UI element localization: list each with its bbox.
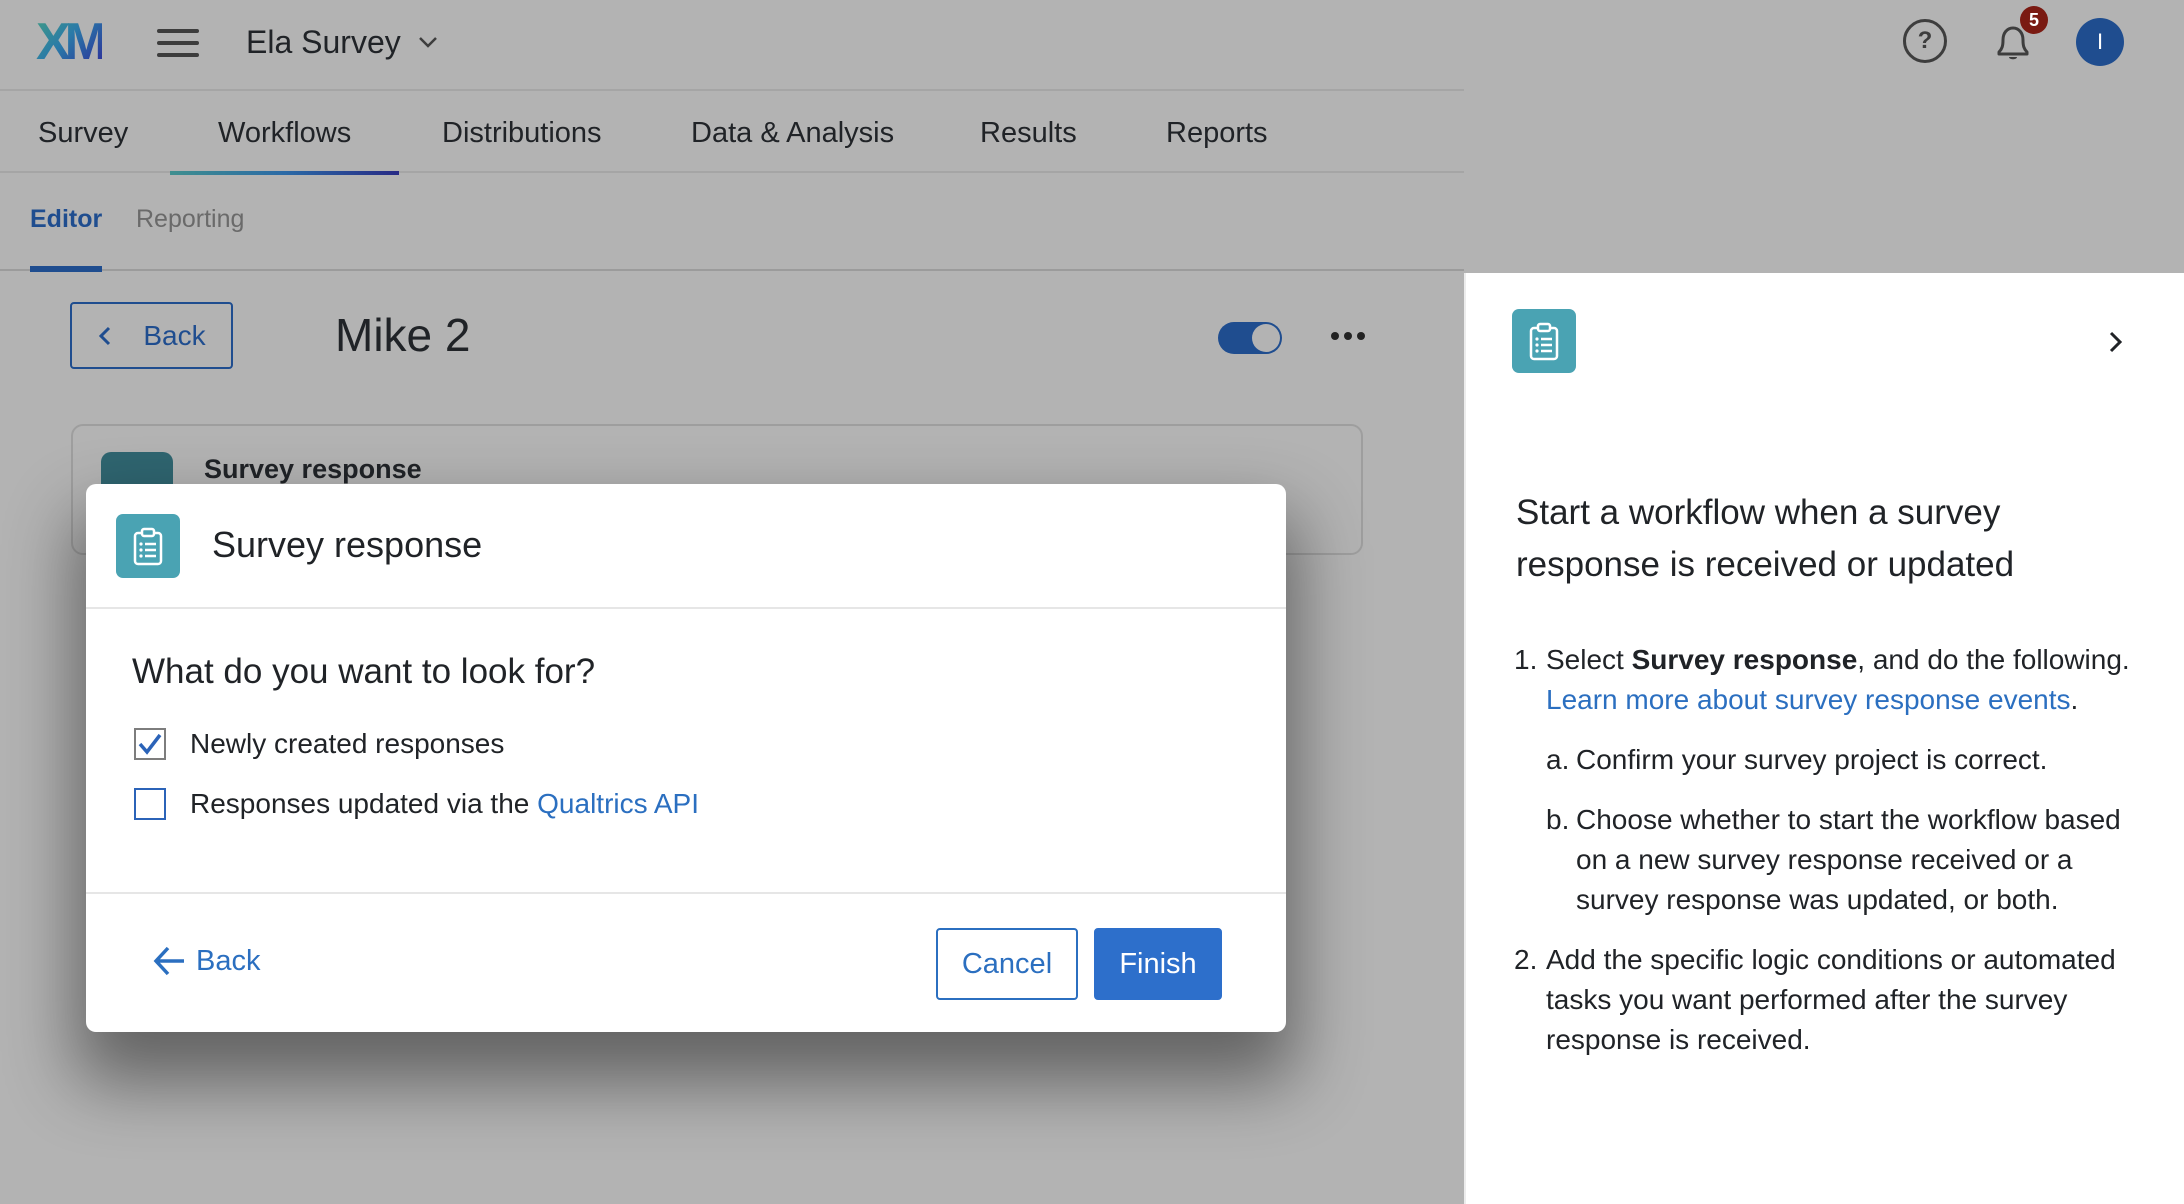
tab-data-analysis[interactable]: Data & Analysis — [691, 93, 894, 173]
tab-survey[interactable]: Survey — [38, 93, 128, 173]
clipboard-icon — [1512, 309, 1576, 373]
dialog-title: Survey response — [212, 524, 483, 565]
help-step: 1. Select Survey response, and do the fo… — [1514, 640, 2154, 920]
dialog-footer: Back Cancel Finish — [86, 892, 1286, 1032]
workflow-enabled-toggle[interactable] — [1218, 322, 1282, 354]
chevron-down-icon — [418, 37, 437, 48]
event-card-title: Survey response — [204, 454, 422, 484]
checkbox-newly-created[interactable] — [134, 728, 166, 760]
subtab-editor[interactable]: Editor — [30, 205, 103, 272]
finish-button[interactable]: Finish — [1094, 928, 1222, 1000]
qualtrics-api-link[interactable]: Qualtrics API — [537, 788, 699, 819]
tab-results[interactable]: Results — [980, 93, 1077, 173]
checkbox-updated-via-api[interactable] — [134, 788, 166, 820]
help-steps: 1. Select Survey response, and do the fo… — [1514, 640, 2154, 1080]
subtab-reporting[interactable]: Reporting — [136, 205, 244, 234]
dialog-question: What do you want to look for? — [132, 652, 596, 691]
xm-logo[interactable]: XM — [36, 16, 108, 68]
project-selector[interactable]: Ela Survey — [246, 20, 439, 64]
cancel-button[interactable]: Cancel — [936, 928, 1078, 1000]
tab-distributions[interactable]: Distributions — [442, 93, 602, 173]
help-title: Start a workflow when a survey response … — [1516, 493, 2015, 584]
arrow-left-icon — [153, 946, 184, 976]
survey-response-dialog: Survey response What do you want to look… — [86, 484, 1286, 1032]
main-tabs: Survey Workflows Distributions Data & An… — [0, 93, 1464, 175]
user-avatar[interactable]: I — [2076, 18, 2124, 66]
checkmark-icon — [138, 733, 162, 755]
workflow-title: Mike 2 — [335, 309, 471, 361]
dialog-back-button[interactable]: Back — [152, 944, 260, 978]
top-header: XM Ela Survey — [0, 0, 1464, 91]
clipboard-icon — [116, 514, 180, 578]
help-step: 2. Add the specific logic conditions or … — [1514, 944, 2116, 1055]
learn-more-link[interactable]: Learn more about survey response events — [1546, 684, 2071, 715]
option-newly-created[interactable]: Newly created responses — [134, 728, 504, 760]
dialog-back-label: Back — [196, 944, 261, 977]
back-button[interactable]: Back — [70, 302, 233, 369]
tab-workflows[interactable]: Workflows — [169, 93, 400, 175]
bold-term: Survey response — [1631, 644, 1858, 675]
notification-badge: 5 — [2020, 6, 2048, 34]
help-panel: Start a workflow when a survey response … — [1464, 273, 2184, 1204]
chevron-right-icon[interactable] — [2106, 329, 2126, 355]
dialog-header: Survey response — [86, 484, 1286, 609]
help-substep: a. Confirm your survey project is correc… — [1546, 744, 2048, 775]
help-icon[interactable]: ? — [1903, 19, 1947, 63]
option-label: Newly created responses — [190, 728, 505, 759]
help-substep: b. Choose whether to start the workflow … — [1546, 804, 2121, 915]
option-label: Responses updated via the Qualtrics API — [190, 788, 699, 819]
toggle-knob — [1252, 324, 1280, 352]
option-updated-via-api[interactable]: Responses updated via the Qualtrics API — [134, 788, 699, 820]
sub-tabs: Editor Reporting — [0, 175, 1464, 272]
more-options-icon[interactable] — [1331, 326, 1367, 346]
tab-reports[interactable]: Reports — [1166, 93, 1268, 173]
menu-icon[interactable] — [157, 27, 199, 59]
chevron-left-icon — [99, 326, 111, 345]
project-name: Ela Survey — [246, 23, 401, 60]
back-label: Back — [143, 319, 206, 351]
